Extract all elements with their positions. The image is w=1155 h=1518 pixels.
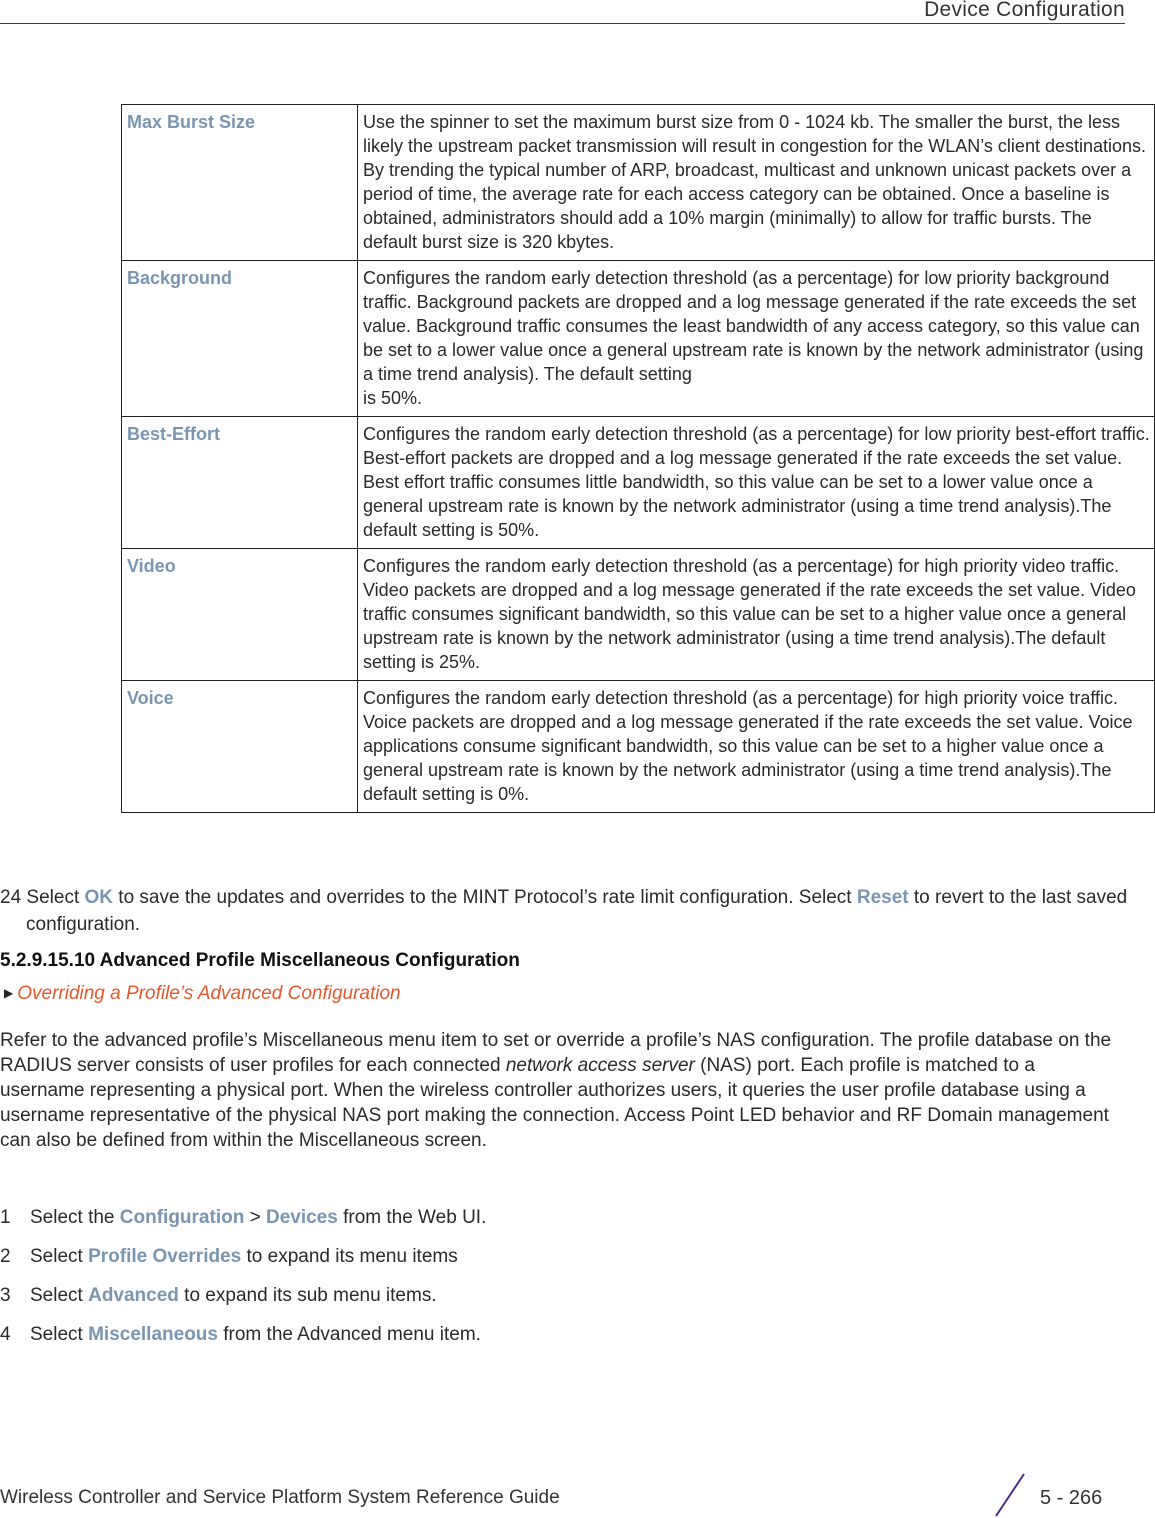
intro-paragraph: Refer to the advanced profile’s Miscella…	[0, 1028, 1120, 1153]
procedure-steps: 1 Select the Configuration > Devices from…	[0, 1205, 486, 1361]
step-text: Select	[30, 1324, 89, 1345]
list-item: 2 Select Profile Overrides to expand its …	[0, 1244, 486, 1283]
ui-label: Advanced	[88, 1285, 179, 1306]
step-text: from the Advanced menu item.	[217, 1324, 481, 1345]
step-24: 24 Select OK to save the updates and ove…	[0, 884, 1136, 938]
param-description: Use the spinner to set the maximum burst…	[357, 104, 1155, 261]
step-text: from the Web UI.	[337, 1207, 487, 1228]
footer-slash-decoration	[995, 1473, 1025, 1517]
cross-reference-link[interactable]: Overriding a Profile’s Advanced Configur…	[17, 983, 400, 1004]
list-item: 1 Select the Configuration > Devices from…	[0, 1205, 486, 1244]
running-header-title: Device Configuration	[924, 0, 1125, 21]
ui-label: Miscellaneous	[88, 1324, 218, 1345]
param-description: Configures the random early detection th…	[357, 548, 1155, 681]
step-number: 3	[0, 1285, 11, 1306]
table-row: Voice Configures the random early detect…	[121, 680, 1155, 813]
intro-term: network access server	[505, 1055, 695, 1076]
section-heading: 5.2.9.15.10 Advanced Profile Miscellaneo…	[0, 950, 520, 971]
ui-label: Profile Overrides	[88, 1246, 242, 1267]
step-number: 4	[0, 1324, 11, 1345]
ui-label-ok: OK	[84, 887, 114, 908]
step-text: to expand its menu items	[241, 1246, 458, 1267]
step-text: Select the	[30, 1207, 120, 1228]
table-row: Background Configures the random early d…	[121, 260, 1155, 417]
list-item: 3 Select Advanced to expand its sub menu …	[0, 1283, 486, 1322]
param-term: Voice	[121, 680, 358, 813]
param-term: Background	[121, 260, 358, 417]
param-description: Configures the random early detection th…	[357, 260, 1155, 417]
parameters-table: Max Burst Size Use the spinner to set th…	[121, 104, 1155, 813]
param-term: Video	[121, 548, 358, 681]
step-text: Select	[30, 1246, 89, 1267]
header-divider	[0, 23, 1125, 24]
ui-label: Configuration	[119, 1207, 245, 1228]
cross-reference[interactable]: ▶ Overriding a Profile’s Advanced Configu…	[4, 983, 401, 1005]
triangle-right-icon: ▶	[4, 986, 14, 1000]
step-text: to expand its sub menu items.	[178, 1285, 437, 1306]
step-number: 2	[0, 1246, 11, 1267]
footer-guide-title: Wireless Controller and Service Platform…	[0, 1487, 560, 1508]
param-description-tail: is 50%.	[363, 388, 423, 408]
param-term: Max Burst Size	[121, 104, 358, 261]
step-text: to save the updates and overrides to the…	[113, 887, 857, 908]
step-number: 1	[0, 1207, 11, 1228]
param-term: Best-Effort	[121, 416, 358, 549]
ui-label: Devices	[265, 1207, 338, 1228]
param-description: Configures the random early detection th…	[357, 416, 1155, 549]
step-text: Select	[30, 1285, 89, 1306]
step-text: >	[244, 1207, 266, 1228]
table-row: Max Burst Size Use the spinner to set th…	[121, 104, 1155, 261]
ui-label-reset: Reset	[856, 887, 909, 908]
table-row: Best-Effort Configures the random early …	[121, 416, 1155, 549]
param-description: Configures the random early detection th…	[357, 680, 1155, 813]
step-number: 24	[0, 887, 22, 908]
list-item: 4 Select Miscellaneous from the Advanced …	[0, 1322, 486, 1361]
table-row: Video Configures the random early detect…	[121, 548, 1155, 681]
param-description-text: Configures the random early detection th…	[363, 268, 1144, 384]
step-text: Select	[26, 887, 85, 908]
page-number: 5 - 266	[1040, 1487, 1103, 1509]
